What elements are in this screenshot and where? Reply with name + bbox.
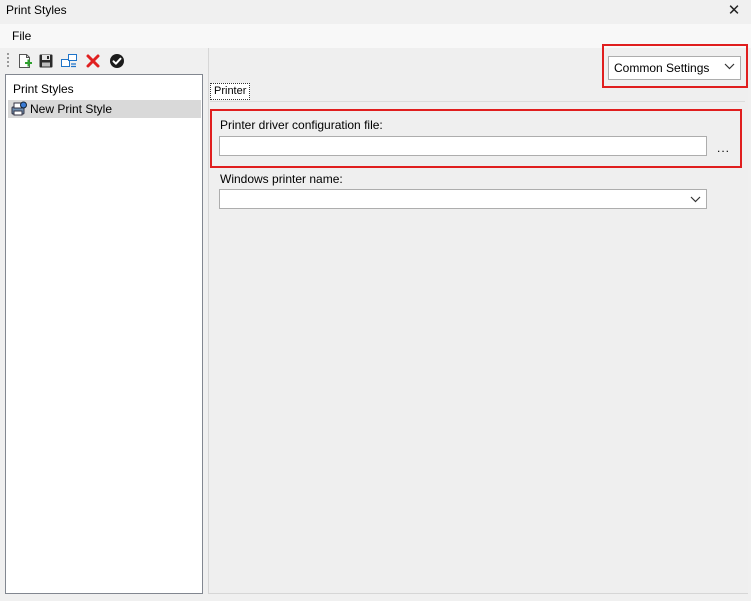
tab-printer[interactable]: Printer: [210, 83, 251, 100]
new-button[interactable]: [16, 52, 34, 70]
apply-icon: [110, 54, 124, 68]
delete-icon: [86, 54, 100, 68]
delete-button[interactable]: [84, 52, 102, 70]
toolbar-grip[interactable]: [7, 53, 9, 69]
save-icon: [39, 54, 53, 68]
menu-bar: File: [0, 24, 751, 48]
close-button[interactable]: ✕: [717, 0, 751, 24]
print-style-icon: [11, 101, 27, 116]
new-icon: [19, 54, 32, 68]
close-icon: ✕: [727, 2, 741, 19]
chevron-down-icon: [724, 63, 735, 70]
printer-driver-config-field[interactable]: [219, 136, 707, 156]
print-styles-tree[interactable]: Print Styles New Print Style: [5, 74, 203, 594]
menu-file[interactable]: File: [12, 29, 31, 43]
window-title: Print Styles: [6, 3, 67, 17]
title-bar: Print Styles ✕: [0, 0, 751, 24]
rename-button[interactable]: [60, 52, 78, 70]
settings-dropdown-value: Common Settings: [614, 61, 710, 75]
tree-item-new-print-style[interactable]: New Print Style: [8, 100, 201, 118]
windows-printer-name-dropdown[interactable]: [219, 189, 707, 209]
tree-root-label[interactable]: Print Styles: [13, 82, 74, 96]
save-button[interactable]: [37, 52, 55, 70]
windows-printer-name-label: Windows printer name:: [220, 172, 343, 186]
chevron-down-icon: [690, 196, 701, 203]
browse-button[interactable]: ...: [717, 141, 730, 155]
toolbar: [4, 50, 204, 72]
apply-button[interactable]: [108, 52, 126, 70]
tree-item-label: New Print Style: [30, 102, 113, 116]
settings-dropdown[interactable]: Common Settings: [608, 56, 741, 80]
printer-driver-config-label: Printer driver configuration file:: [220, 118, 383, 132]
rename-icon: [61, 54, 77, 68]
